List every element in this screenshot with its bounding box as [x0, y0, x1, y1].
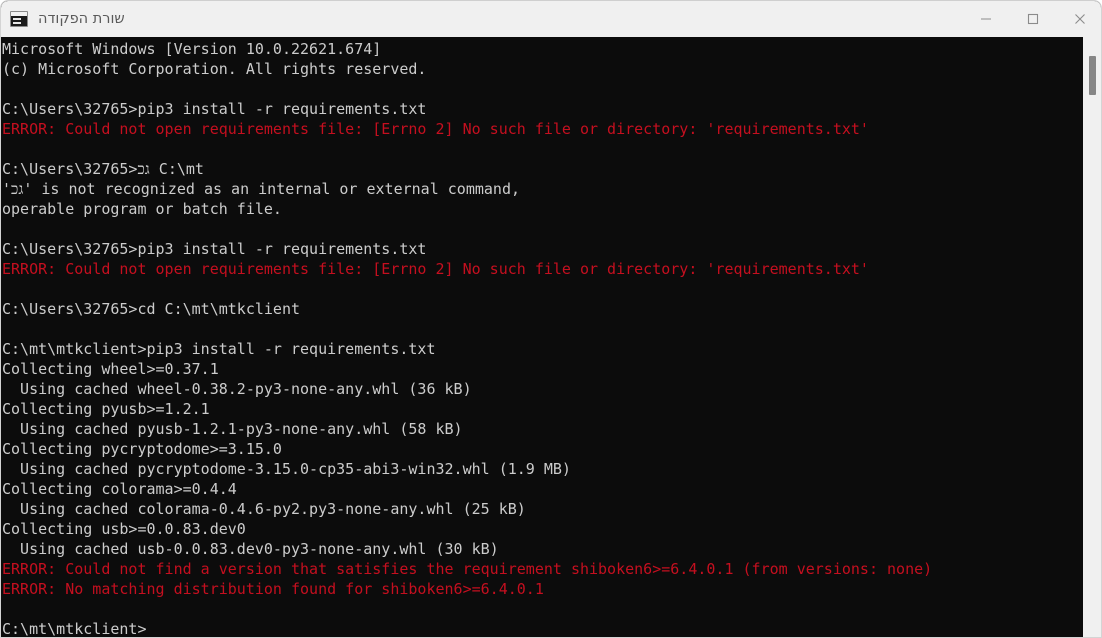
console-line: ERROR: Could not open requirements file:… [2, 260, 869, 278]
console-line: Microsoft Windows [Version 10.0.22621.67… [2, 40, 382, 58]
close-icon [1074, 14, 1085, 24]
console-line: C:\Users\32765>pip3 install -r requireme… [2, 100, 427, 118]
console-line: Using cached colorama-0.4.6-py2.py3-none… [2, 500, 526, 518]
console-line: C:\Users\32765>pip3 install -r requireme… [2, 240, 427, 258]
console-line: operable program or batch file. [2, 200, 282, 218]
console-line: Using cached pyusb-1.2.1-py3-none-any.wh… [2, 420, 463, 438]
maximize-button[interactable] [1009, 1, 1056, 37]
console-line: Collecting usb>=0.0.83.dev0 [2, 520, 246, 538]
title-bar[interactable]: שורת הפקודה [1, 1, 1101, 37]
scrollbar-thumb[interactable] [1089, 56, 1096, 95]
console-line: C:\mt\mtkclient>pip3 install -r requirem… [2, 340, 436, 358]
window-title: שורת הפקודה [38, 11, 125, 27]
console-line: ERROR: Could not find a version that sat… [2, 560, 933, 578]
minimize-icon [980, 18, 991, 20]
console-line: C:\Users\32765>cd C:\mt\mtkclient [2, 300, 301, 318]
minimize-button[interactable] [962, 1, 1009, 37]
command-prompt-window: שורת הפקודה Microsoft Windows [Version 1… [0, 0, 1102, 638]
console-line: Using cached wheel-0.38.2-py3-none-any.w… [2, 380, 472, 398]
console-line: 'גכ' is not recognized as an internal or… [2, 180, 521, 198]
console-output-area[interactable]: Microsoft Windows [Version 10.0.22621.67… [1, 37, 1101, 638]
console-line: C:\Users\32765>גכ C:\mt [2, 160, 204, 178]
console-line: (c) Microsoft Corporation. All rights re… [2, 60, 427, 78]
close-button[interactable] [1056, 1, 1101, 37]
console-line: C:\mt\mtkclient> [2, 620, 147, 638]
console-line: ERROR: No matching distribution found fo… [2, 580, 544, 598]
vertical-scrollbar[interactable] [1082, 37, 1101, 637]
console-line: Collecting colorama>=0.4.4 [2, 480, 237, 498]
console-line: ERROR: Could not open requirements file:… [2, 120, 869, 138]
console-line: Using cached pycryptodome-3.15.0-cp35-ab… [2, 460, 571, 478]
console-icon [10, 11, 28, 27]
console-line: Collecting wheel>=0.37.1 [2, 360, 219, 378]
console-icon-caption [11, 12, 27, 16]
console-text: Microsoft Windows [Version 10.0.22621.67… [1, 39, 1077, 638]
maximize-icon [1027, 13, 1038, 25]
window-controls [962, 1, 1101, 37]
console-line: Using cached usb-0.0.83.dev0-py3-none-an… [2, 540, 499, 558]
console-line: Collecting pyusb>=1.2.1 [2, 400, 210, 418]
console-icon-prompt [13, 18, 21, 20]
console-line: Collecting pycryptodome>=3.15.0 [2, 440, 282, 458]
